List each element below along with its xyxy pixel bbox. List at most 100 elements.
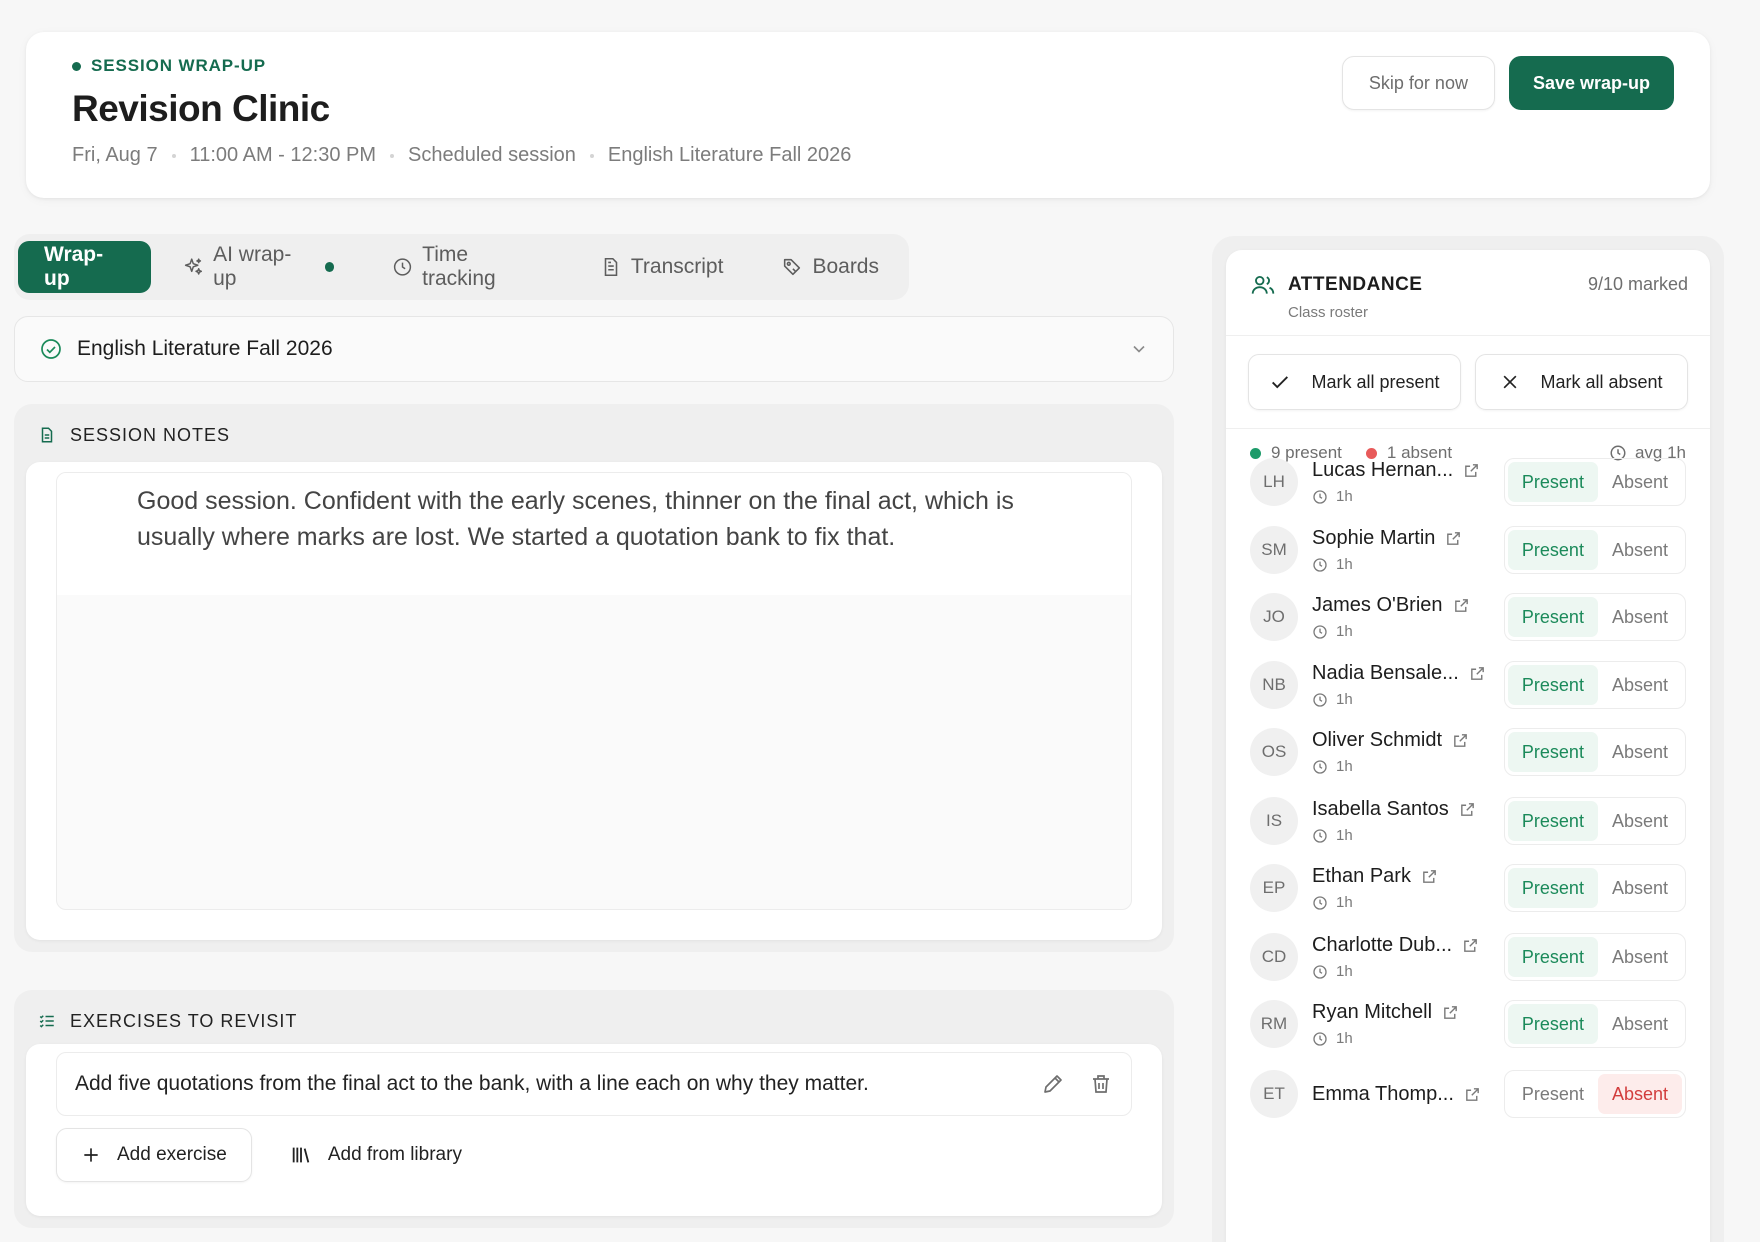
external-link-icon[interactable]	[1453, 597, 1470, 614]
student-name[interactable]: Ryan Mitchell	[1312, 1001, 1432, 1024]
student-row: CD Charlotte Dub... 1h Present Absent	[1250, 925, 1686, 989]
student-row: LH Lucas Hernan... 1h Present Absent	[1250, 450, 1686, 514]
absent-option[interactable]: Absent	[1598, 732, 1682, 772]
add-from-library-button[interactable]: Add from library	[266, 1128, 486, 1182]
tab-ai-wrapup[interactable]: AI wrap-up	[157, 241, 360, 293]
student-row: SM Sophie Martin 1h Present Absent	[1250, 518, 1686, 582]
session-notes-card: Good session. Confident with the early s…	[26, 462, 1162, 940]
tab-transcript-label: Transcript	[630, 255, 724, 278]
tab-boards[interactable]: Boards	[755, 241, 905, 293]
delete-trash-icon[interactable]	[1089, 1072, 1113, 1096]
external-link-icon[interactable]	[1442, 1004, 1459, 1021]
external-link-icon[interactable]	[1464, 1086, 1481, 1103]
attendance-toggle: Present Absent	[1503, 864, 1686, 912]
present-option[interactable]: Present	[1507, 937, 1598, 977]
student-name[interactable]: Oliver Schmidt	[1312, 729, 1442, 752]
absent-option[interactable]: Absent	[1598, 597, 1682, 637]
mark-all-absent-button[interactable]: Mark all absent	[1475, 354, 1688, 410]
student-name[interactable]: Lucas Hernan...	[1312, 459, 1453, 482]
student-name[interactable]: Charlotte Dub...	[1312, 934, 1452, 957]
absent-option[interactable]: Absent	[1598, 1004, 1682, 1044]
student-row: RM Ryan Mitchell 1h Present Absent	[1250, 992, 1686, 1056]
absent-option[interactable]: Absent	[1598, 937, 1682, 977]
chevron-down-icon	[1133, 345, 1145, 353]
student-name[interactable]: Emma Thomp...	[1312, 1083, 1454, 1106]
session-course: English Literature Fall 2026	[607, 144, 852, 166]
mark-all-present-button[interactable]: Mark all present	[1248, 354, 1461, 410]
tag-icon	[784, 258, 801, 276]
course-select-value: English Literature Fall 2026	[77, 337, 333, 360]
avatar: SM	[1250, 526, 1298, 574]
save-wrapup-button[interactable]: Save wrap-up	[1508, 56, 1674, 110]
exercises-card: Add five quotations from the final act t…	[26, 1044, 1162, 1216]
student-time: 1h	[1312, 691, 1492, 708]
session-meta: Fri, Aug 7 11:00 AM - 12:30 PM Scheduled…	[72, 144, 1674, 167]
avatar: JO	[1250, 593, 1298, 641]
session-type: Scheduled session	[408, 144, 576, 166]
external-link-icon[interactable]	[1445, 530, 1462, 547]
exercises-header: EXERCISES TO REVISIT	[14, 990, 1174, 1052]
exercise-item: Add five quotations from the final act t…	[56, 1052, 1132, 1116]
avatar: RM	[1250, 1000, 1298, 1048]
sparkles-icon	[185, 258, 203, 275]
avatar: NB	[1250, 661, 1298, 709]
exercises-section: EXERCISES TO REVISIT Add five quotations…	[14, 990, 1174, 1228]
present-option[interactable]: Present	[1507, 530, 1598, 570]
tab-wrapup[interactable]: Wrap-up	[18, 241, 152, 293]
absent-option[interactable]: Absent	[1598, 462, 1682, 502]
student-time: 1h	[1312, 556, 1492, 573]
student-name[interactable]: Sophie Martin	[1312, 527, 1435, 550]
exercise-text: Add five quotations from the final act t…	[75, 1072, 869, 1095]
skip-button[interactable]: Skip for now	[1341, 56, 1495, 110]
absent-option[interactable]: Absent	[1598, 530, 1682, 570]
notes-textarea[interactable]: Good session. Confident with the early s…	[56, 472, 1132, 910]
course-select[interactable]: English Literature Fall 2026	[14, 316, 1174, 382]
student-name[interactable]: Ethan Park	[1312, 865, 1411, 888]
attendance-header: ATTENDANCE Class roster 9/10 marked	[1226, 250, 1710, 336]
absent-option[interactable]: Absent	[1598, 665, 1682, 705]
meta-separator	[171, 153, 176, 158]
tab-time-label: Time tracking	[422, 243, 496, 290]
external-link-icon[interactable]	[1463, 462, 1480, 479]
clock-icon	[1313, 489, 1327, 504]
session-notes-section: SESSION NOTES Good session. Confident wi…	[14, 404, 1174, 952]
attendance-toggle: Present Absent	[1503, 797, 1686, 845]
external-link-icon[interactable]	[1469, 665, 1486, 682]
absent-option[interactable]: Absent	[1598, 868, 1682, 908]
present-option[interactable]: Present	[1507, 868, 1598, 908]
external-link-icon[interactable]	[1421, 868, 1438, 885]
external-link-icon[interactable]	[1452, 732, 1469, 749]
session-notes-heading: SESSION NOTES	[70, 424, 231, 445]
tab-transcript[interactable]: Transcript	[574, 241, 750, 293]
clock-icon	[1313, 895, 1327, 910]
present-option[interactable]: Present	[1507, 1004, 1598, 1044]
edit-pencil-icon[interactable]	[1041, 1072, 1065, 1096]
present-option[interactable]: Present	[1507, 665, 1598, 705]
notes-icon	[41, 427, 53, 443]
student-name[interactable]: James O'Brien	[1312, 594, 1443, 617]
student-time: 1h	[1312, 894, 1492, 911]
present-option[interactable]: Present	[1507, 597, 1598, 637]
student-time: 1h	[1312, 827, 1492, 844]
clock-icon	[1313, 828, 1327, 843]
attendance-toggle: Present Absent	[1503, 1070, 1686, 1118]
student-name[interactable]: Nadia Bensale...	[1312, 662, 1459, 685]
clock-icon	[1313, 692, 1327, 707]
present-option[interactable]: Present	[1507, 801, 1598, 841]
student-row: ET Emma Thomp... Present Absent	[1250, 1062, 1686, 1126]
student-time-value: 1h	[1336, 1030, 1353, 1047]
student-name[interactable]: Isabella Santos	[1312, 798, 1449, 821]
attendance-toggle: Present Absent	[1503, 593, 1686, 641]
present-option[interactable]: Present	[1508, 1074, 1598, 1114]
tab-time-tracking[interactable]: Time tracking	[366, 241, 568, 293]
present-option[interactable]: Present	[1507, 732, 1598, 772]
attendance-card: ATTENDANCE Class roster 9/10 marked Mark…	[1226, 250, 1710, 1242]
external-link-icon[interactable]	[1462, 937, 1479, 954]
add-exercise-button[interactable]: Add exercise	[56, 1128, 252, 1182]
student-row: IS Isabella Santos 1h Present Absent	[1250, 789, 1686, 853]
present-option[interactable]: Present	[1507, 462, 1598, 502]
absent-option[interactable]: Absent	[1598, 801, 1682, 841]
status-dot-icon	[72, 61, 81, 71]
external-link-icon[interactable]	[1459, 801, 1476, 818]
absent-option[interactable]: Absent	[1597, 1074, 1682, 1114]
